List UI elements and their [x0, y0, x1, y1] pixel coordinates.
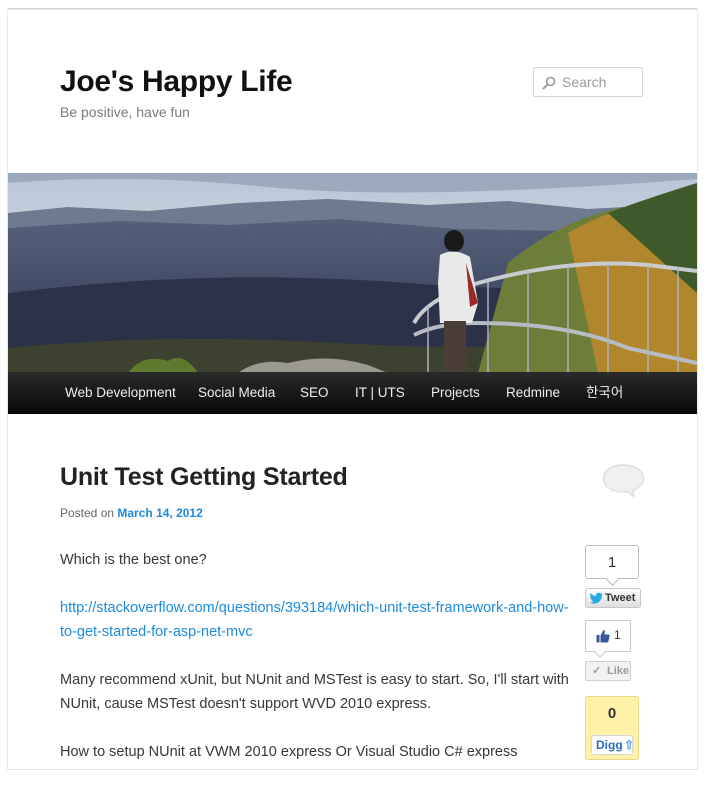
page-container: Joe's Happy Life Be positive, have fun S… [8, 10, 697, 769]
like-label: Like [607, 665, 630, 677]
header-image [8, 173, 697, 373]
stackoverflow-link[interactable]: http://stackoverflow.com/questions/39318… [60, 600, 569, 640]
post-paragraph: Many recommend xUnit, but NUnit and MSTe… [60, 672, 569, 712]
post-paragraph: How to setup NUnit at VWM 2010 express O… [60, 744, 518, 760]
comment-bubble-icon[interactable] [602, 463, 645, 499]
like-button[interactable]: ✓ Like [585, 661, 631, 681]
digg-label: Digg [596, 738, 623, 752]
search-input[interactable] [562, 72, 638, 92]
site-title[interactable]: Joe's Happy Life [60, 65, 293, 99]
post-title[interactable]: Unit Test Getting Started [60, 463, 348, 492]
up-arrow-icon: ⇧ [624, 738, 635, 752]
facebook-count-value: 1 [614, 628, 621, 642]
main-nav: Web Development Social Media SEO IT | UT… [8, 372, 697, 414]
post-content: Which is the best one? http://stackoverf… [60, 548, 570, 788]
facebook-count-notch [594, 646, 606, 658]
nav-item-seo[interactable]: SEO [300, 372, 329, 413]
tweet-count: 1 [585, 545, 639, 586]
tweet-button[interactable]: Tweet [585, 588, 641, 608]
tweet-count-value: 1 [607, 554, 617, 571]
digg-count: 0 [607, 705, 617, 722]
posted-prefix: Posted on [60, 506, 115, 520]
search-icon [542, 76, 556, 90]
post-meta: Posted on March 14, 2012 [60, 506, 203, 520]
post-paragraph: Which is the best one? [60, 552, 207, 568]
site-description: Be positive, have fun [60, 104, 190, 120]
post-date-link[interactable]: March 14, 2012 [117, 506, 202, 520]
nav-item-redmine[interactable]: Redmine [506, 372, 560, 413]
tweet-count-notch [606, 573, 619, 586]
checkmark-icon: ✓ [592, 665, 602, 677]
facebook-count: 1 [585, 620, 631, 658]
nav-item-web-development[interactable]: Web Development [65, 372, 176, 413]
digg-button[interactable]: Digg ⇧ [591, 735, 635, 755]
digg-widget: 0 Digg ⇧ [585, 696, 639, 760]
thumbs-up-icon [596, 630, 610, 643]
nav-item-korean[interactable]: 한국어 [586, 372, 623, 413]
twitter-bird-icon [590, 592, 603, 604]
tweet-label: Tweet [605, 592, 636, 604]
search-box[interactable] [533, 67, 643, 97]
nav-item-it-uts[interactable]: IT | UTS [355, 372, 405, 413]
nav-item-social-media[interactable]: Social Media [198, 372, 275, 413]
nav-item-projects[interactable]: Projects [431, 372, 480, 413]
